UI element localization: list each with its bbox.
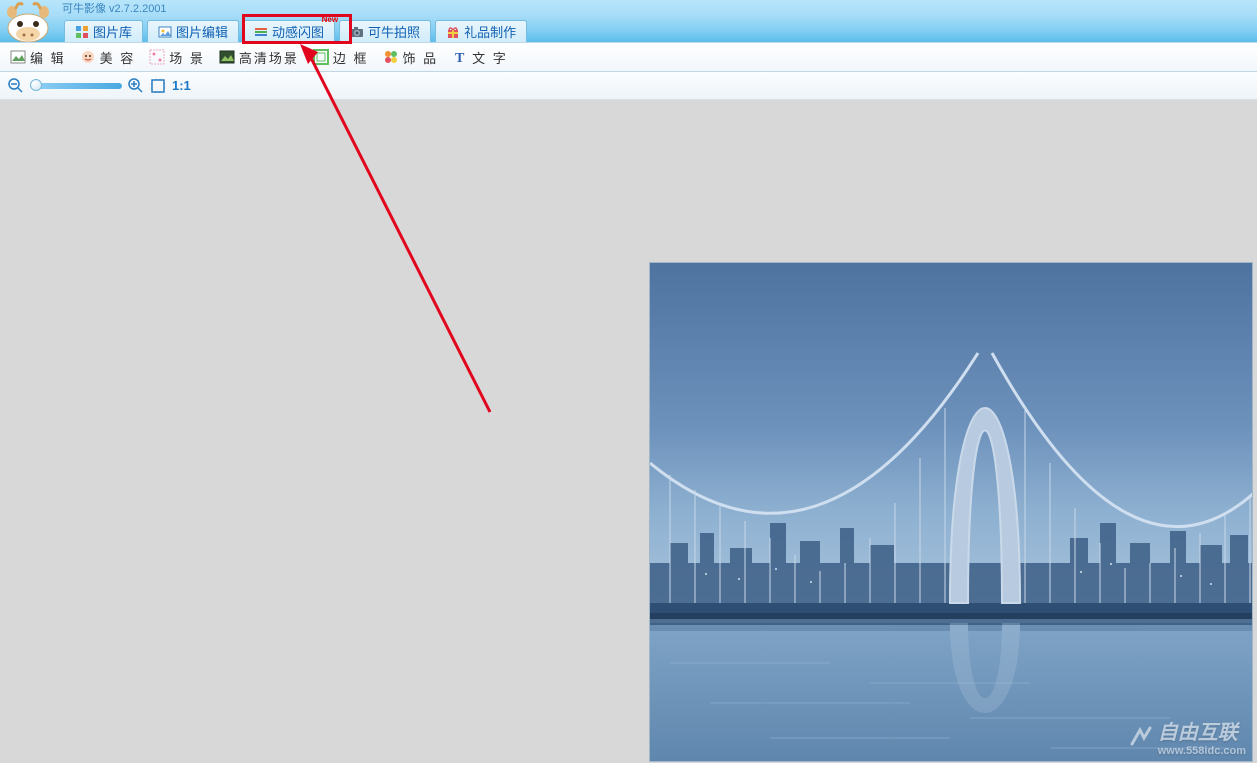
title-bar: 可牛影像 v2.7.2.2001 (0, 0, 1257, 16)
tool-frame[interactable]: 边 框 (313, 48, 369, 67)
tool-text[interactable]: T 文 字 (452, 48, 508, 67)
watermark-logo-icon (1128, 724, 1154, 750)
frame-icon (313, 49, 329, 65)
svg-text:T: T (455, 51, 466, 65)
zoom-slider[interactable] (30, 83, 122, 89)
zoom-slider-thumb[interactable] (30, 79, 42, 91)
new-badge-icon: New (322, 15, 338, 24)
tool-label: 高清场景 (239, 48, 299, 67)
zoom-in-icon[interactable] (128, 78, 144, 94)
main-tab-bar: 图片库 图片编辑 动感闪图 New 可牛拍照 礼品制作 (0, 16, 1257, 42)
grid-icon (75, 25, 89, 39)
scene-icon (149, 49, 165, 65)
landscape-icon (10, 49, 26, 65)
face-icon (80, 49, 96, 65)
tool-beauty[interactable]: 美 容 (80, 48, 136, 67)
tab-label: 图片库 (93, 22, 132, 41)
watermark-brand: 自由互联 (1158, 722, 1238, 744)
tab-camera[interactable]: 可牛拍照 (339, 20, 431, 42)
tool-scene[interactable]: 场 景 (149, 48, 205, 67)
app-title: 可牛影像 v2.7.2.2001 (62, 0, 167, 16)
tool-label: 边 框 (333, 48, 369, 67)
picture-icon (158, 25, 172, 39)
text-icon: T (452, 49, 468, 65)
tool-label: 饰 品 (403, 48, 439, 67)
zoom-ratio-label[interactable]: 1:1 (172, 78, 191, 93)
image-preview[interactable]: 自由互联 www.558idc.com (649, 262, 1253, 762)
tool-hd-scene[interactable]: 高清场景 (219, 48, 299, 67)
tool-label: 编 辑 (30, 48, 66, 67)
zoom-bar: 1:1 (0, 72, 1257, 100)
watermark: 自由互联 www.558idc.com (1128, 716, 1246, 757)
tool-label: 场 景 (169, 48, 205, 67)
tab-label: 礼品制作 (464, 22, 516, 41)
watermark-url: www.558idc.com (1158, 745, 1246, 757)
clover-icon (383, 49, 399, 65)
tab-label: 图片编辑 (176, 22, 228, 41)
tab-animated[interactable]: 动感闪图 New (243, 20, 335, 42)
tool-edit[interactable]: 编 辑 (10, 48, 66, 67)
sub-toolbar: 编 辑 美 容 场 景 高清场景 边 框 饰 品 T 文 字 (0, 42, 1257, 72)
fit-screen-icon[interactable] (150, 78, 166, 94)
hd-icon (219, 49, 235, 65)
tab-label: 可牛拍照 (368, 22, 420, 41)
tool-decor[interactable]: 饰 品 (383, 48, 439, 67)
film-icon (254, 25, 268, 39)
tab-edit[interactable]: 图片编辑 (147, 20, 239, 42)
tab-label: 动感闪图 (272, 22, 324, 41)
app-mascot-icon (0, 0, 56, 42)
tool-label: 美 容 (100, 48, 136, 67)
tool-label: 文 字 (472, 48, 508, 67)
camera-icon (350, 25, 364, 39)
zoom-out-icon[interactable] (8, 78, 24, 94)
tab-library[interactable]: 图片库 (64, 20, 143, 42)
tab-gift[interactable]: 礼品制作 (435, 20, 527, 42)
canvas-area[interactable]: 自由互联 www.558idc.com (4, 102, 1253, 763)
gift-icon (446, 25, 460, 39)
